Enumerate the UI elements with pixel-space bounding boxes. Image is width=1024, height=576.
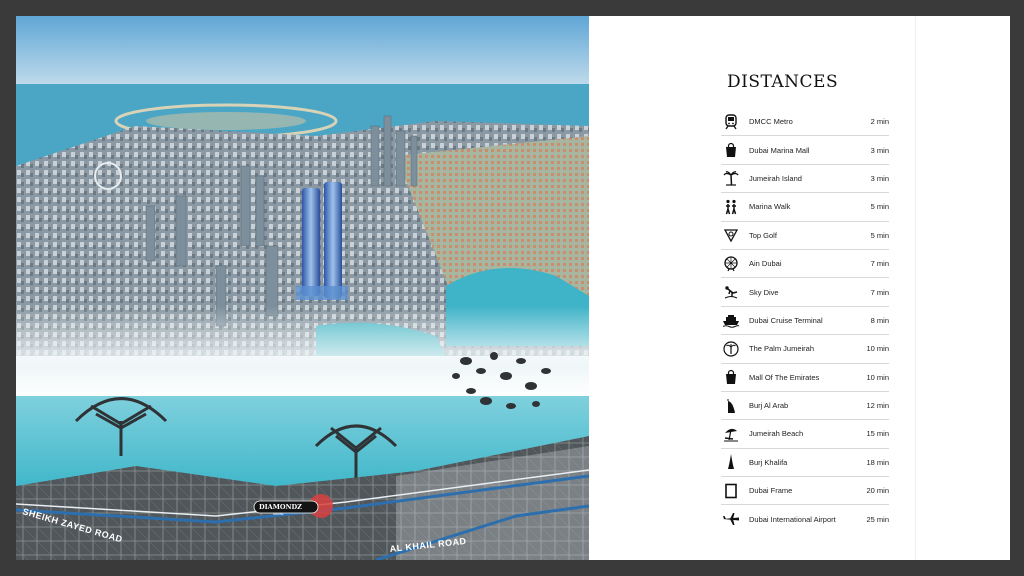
shopping-bag-icon	[721, 367, 741, 387]
burj-al-arab-icon	[721, 396, 741, 416]
burj-khalifa-icon	[721, 452, 741, 472]
distance-time-value: 7 min	[870, 259, 889, 269]
distance-row: Top Golf 5 min	[721, 222, 889, 250]
skydiver-icon	[721, 282, 741, 302]
distance-time-value: 18 min	[866, 457, 889, 467]
distances-list: DMCC Metro 2 min Dubai Marina Mall 3 min Jum…	[721, 108, 889, 533]
distance-place-label: Jumeirah Island	[749, 173, 802, 183]
distance-place-label: Burj Khalifa	[749, 457, 788, 467]
distance-place-label: Sky Dive	[749, 287, 779, 297]
distance-place-label: Burj Al Arab	[749, 401, 789, 411]
distance-time-value: 3 min	[870, 145, 889, 155]
distance-row: Burj Al Arab 12 min	[721, 392, 889, 421]
distance-time-value: 10 min	[866, 344, 889, 354]
distance-row: Mall Of The Emirates 10 min	[721, 364, 889, 392]
distance-row: Dubai Marina Mall 3 min	[721, 136, 889, 165]
distance-place-label: Dubai Marina Mall	[749, 145, 810, 155]
distance-time-value: 10 min	[866, 372, 889, 382]
distance-row: The Palm Jumeirah 10 min	[721, 335, 889, 364]
project-badge-label: DIAMONDZ	[259, 503, 302, 511]
airplane-icon	[721, 509, 741, 529]
distance-time-value: 2 min	[870, 117, 889, 127]
distance-row: Marina Walk 5 min	[721, 193, 889, 222]
distance-place-label: Mall Of The Emirates	[749, 372, 820, 382]
project-badge-sublabel: DANUBE	[273, 513, 284, 516]
distance-place-label: Dubai Cruise Terminal	[749, 315, 823, 325]
distances-title: DISTANCES	[727, 72, 839, 92]
distance-time-value: 5 min	[870, 230, 889, 240]
ferris-wheel-icon	[721, 254, 741, 274]
distance-row: Sky Dive 7 min	[721, 278, 889, 307]
distance-place-label: Jumeirah Beach	[749, 429, 804, 439]
distance-row: DMCC Metro 2 min	[721, 108, 889, 137]
distance-time-value: 7 min	[870, 287, 889, 297]
distance-time-value: 8 min	[870, 315, 889, 325]
cruise-ship-icon	[721, 310, 741, 330]
frame-icon	[721, 481, 741, 501]
distance-row: Ain Dubai 7 min	[721, 250, 889, 279]
page-margin	[915, 16, 1010, 560]
distance-time-value: 12 min	[866, 401, 889, 411]
golf-icon	[721, 225, 741, 245]
distance-row: Dubai International Airport 25 min	[721, 505, 889, 532]
metro-icon	[721, 112, 741, 132]
distance-time-value: 20 min	[866, 486, 889, 496]
distance-row: Jumeirah Beach 15 min	[721, 420, 889, 449]
distance-row: Dubai Cruise Terminal 8 min	[721, 307, 889, 336]
distance-place-label: Marina Walk	[749, 202, 791, 212]
palm-tree-icon	[721, 168, 741, 188]
distance-place-label: The Palm Jumeirah	[749, 344, 815, 354]
distance-time-value: 5 min	[870, 202, 889, 212]
walking-people-icon	[721, 197, 741, 217]
distance-row: Dubai Frame 20 min	[721, 477, 889, 506]
distance-place-label: Dubai Frame	[749, 486, 793, 496]
distance-time-value: 15 min	[866, 429, 889, 439]
distances-panel: DISTANCES DMCC Metro 2 min Dubai Marina Ma…	[589, 16, 1010, 560]
palm-circle-icon	[721, 339, 741, 359]
distance-time-value: 3 min	[870, 173, 889, 183]
aerial-map-image: SHEIKH ZAYED ROAD AL KHAIL ROAD DIAMONDZ…	[16, 16, 589, 560]
distance-time-value: 25 min	[866, 514, 889, 524]
shopping-bag-icon	[721, 140, 741, 160]
brochure-page: SHEIKH ZAYED ROAD AL KHAIL ROAD DIAMONDZ…	[16, 16, 1010, 560]
distance-place-label: Dubai International Airport	[749, 514, 836, 524]
beach-icon	[721, 424, 741, 444]
distance-place-label: Top Golf	[749, 230, 777, 240]
distance-place-label: Ain Dubai	[749, 259, 782, 269]
distance-row: Jumeirah Island 3 min	[721, 165, 889, 194]
distance-place-label: DMCC Metro	[749, 117, 793, 127]
distance-row: Burj Khalifa 18 min	[721, 449, 889, 478]
